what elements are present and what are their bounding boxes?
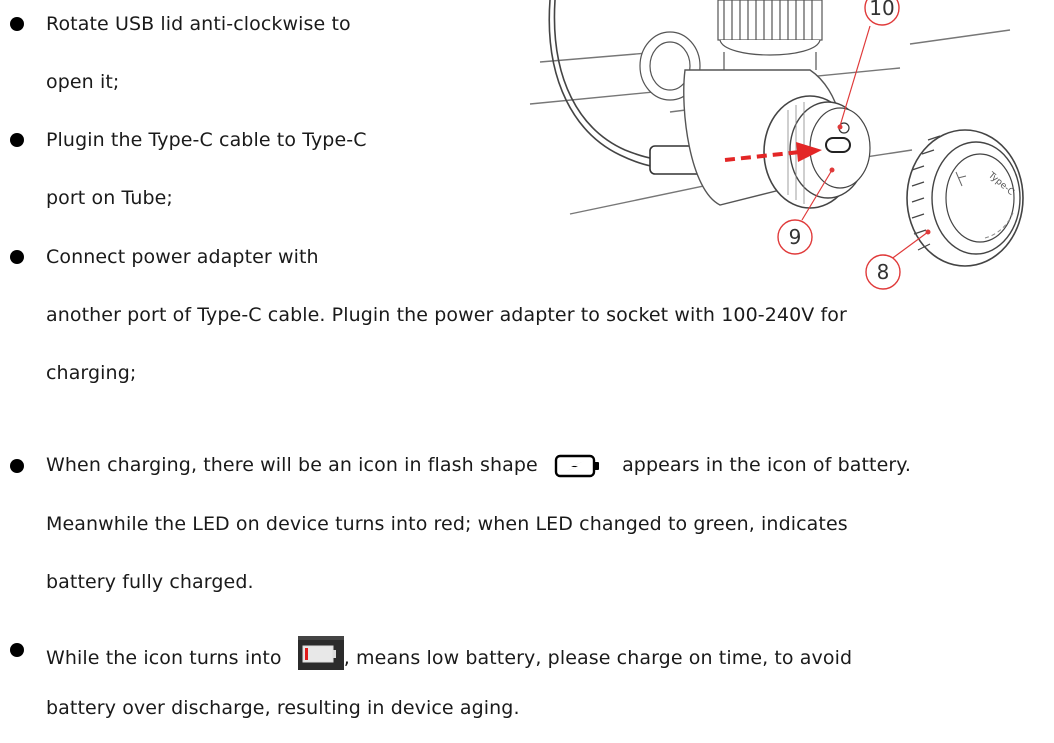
bullet-dot [10,17,24,31]
bullet-2-line-1: Plugin the Type-C cable to Type-C [46,129,367,151]
bullet-dot [10,250,24,264]
bullet-4-text-after-icon: appears in the icon of battery. [622,454,912,476]
bullet-1-line-1: Rotate USB lid anti-clockwise to [46,13,351,35]
bullet-dot [10,133,24,147]
battery-charging-flash-icon [554,454,599,477]
callout-10: 10 [864,0,900,26]
bullet-3-line-3: charging; [46,362,137,384]
bullet-dot [10,459,24,473]
callout-8: 8 [865,254,901,290]
manual-page: Rotate USB lid anti-clockwise to open it… [0,0,1054,743]
bullet-dot [10,643,24,657]
bullet-4-line-3: battery fully charged. [46,571,254,593]
bullet-5-text-after-icon: , means low battery, please charge on ti… [343,647,853,669]
bullet-5-line-1: While the icon turns into , means low ba… [46,636,852,671]
bullet-5-line-2: battery over discharge, resulting in dev… [46,697,520,719]
turret-knob-top [717,0,823,70]
bullet-3-line-1: Connect power adapter with [46,246,319,268]
bullet-3-line-2: another port of Type-C cable. Plugin the… [46,304,847,326]
callout-9: 9 [777,219,813,255]
bullet-2-line-2: port on Tube; [46,187,173,209]
callout-label-10: 10 [869,0,894,20]
bullet-4-line-2: Meanwhile the LED on device turns into r… [46,513,848,535]
callout-label-8: 8 [877,260,890,284]
bullet-5-text-before-icon: While the icon turns into [46,647,282,669]
bullet-1-line-2: open it; [46,71,120,93]
callout-label-9: 9 [789,225,802,249]
bullet-4-text-before-icon: When charging, there will be an icon in … [46,454,538,476]
usb-c-port [825,137,851,153]
bullet-4-line-1: When charging, there will be an icon in … [46,452,911,479]
usb-port-illustration: Type-C 10 9 8 [529,0,1024,290]
usb-lid: Type-C [906,129,1024,267]
low-battery-icon [297,636,344,670]
